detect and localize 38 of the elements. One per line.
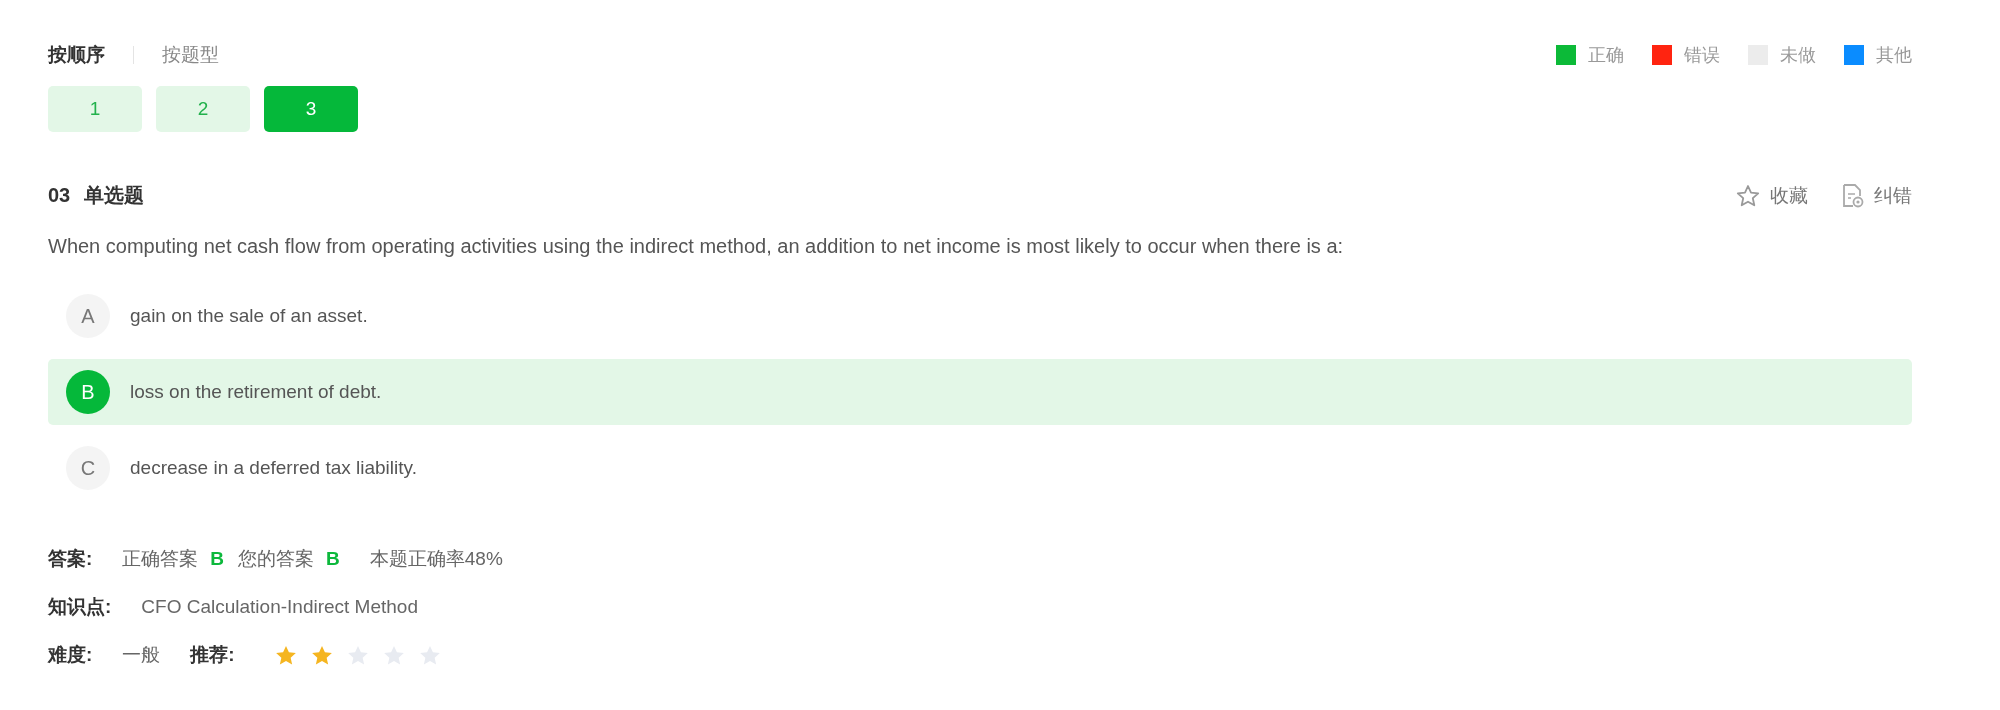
legend-label: 其他 (1876, 44, 1912, 67)
recommend-label: 推荐: (190, 643, 235, 667)
option-text: loss on the retirement of debt. (130, 381, 382, 403)
your-answer: B (326, 548, 340, 570)
answer-option[interactable]: A gain on the sale of an asset. (48, 283, 1912, 349)
legend-label: 未做 (1780, 44, 1816, 67)
knowledge-point: CFO Calculation-Indirect Method (141, 596, 418, 618)
question-type: 单选题 (84, 183, 145, 208)
option-letter: A (66, 294, 110, 338)
legend-label: 错误 (1684, 44, 1720, 67)
question-number-button[interactable]: 3 (264, 86, 358, 132)
answer-label: 答案: (48, 547, 93, 571)
sort-tab[interactable]: 按题型 (162, 42, 219, 68)
question-number-button[interactable]: 2 (156, 86, 250, 132)
document-icon (1842, 183, 1864, 208)
option-text: gain on the sale of an asset. (130, 305, 368, 327)
question-text: When computing net cash flow from operating activities using the indirect method, an addition to net income is most likely to occur when there is a: (48, 234, 1345, 259)
difficulty-value: 一般 (122, 643, 161, 667)
question-number: 03 (48, 184, 71, 207)
correct-answer-label: 正确答案 (122, 547, 199, 571)
your-answer-label: 您的答案 (238, 547, 315, 571)
option-letter: B (66, 370, 110, 414)
report-error-button[interactable]: 纠错 (1842, 182, 1912, 209)
answer-option[interactable]: C decrease in a deferred tax liability. (48, 435, 1912, 501)
correct-answer: B (210, 548, 225, 570)
star-icon (274, 644, 297, 666)
option-letter: C (66, 446, 110, 490)
difficulty-label: 难度: (48, 643, 93, 667)
star-outline-icon (1736, 184, 1760, 207)
knowledge-label: 知识点: (48, 595, 112, 619)
legend-label: 正确 (1588, 44, 1624, 67)
sort-tab[interactable]: 按顺序 (48, 42, 105, 68)
answer-option[interactable]: B loss on the retirement of debt. (48, 359, 1912, 425)
favorite-button[interactable]: 收藏 (1736, 182, 1808, 209)
accuracy-rate: 本题正确率48% (369, 547, 503, 571)
question-number-button[interactable]: 1 (48, 86, 142, 132)
option-text: decrease in a deferred tax liability. (130, 457, 417, 479)
star-icon (310, 644, 333, 666)
